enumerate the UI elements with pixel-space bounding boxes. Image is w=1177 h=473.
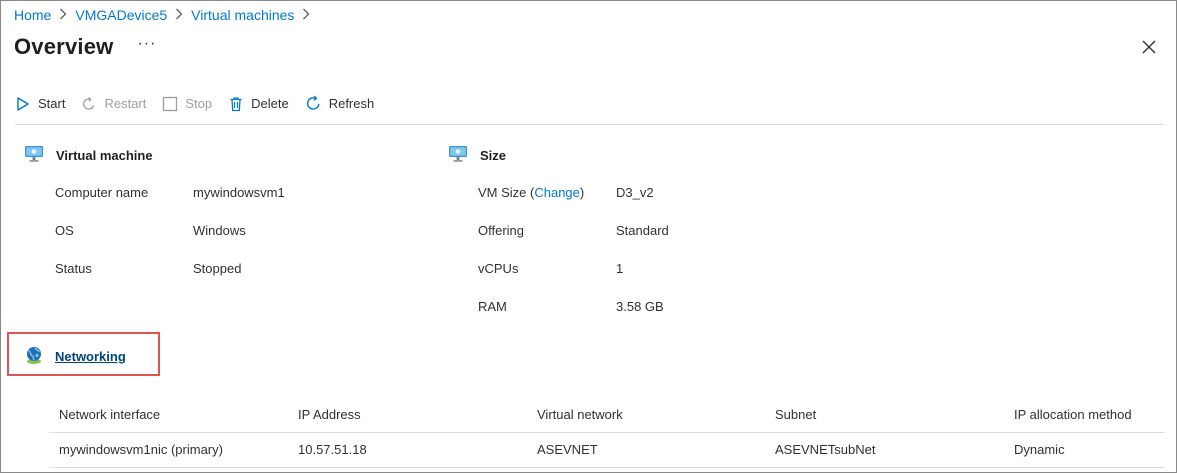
table-cell: mywindowsvm1nic (primary)	[49, 432, 288, 468]
more-icon[interactable]: ···	[137, 35, 156, 53]
toolbar-divider	[15, 124, 1164, 125]
restart-button[interactable]: Restart	[81, 96, 146, 112]
kv-label: OS	[55, 223, 74, 238]
stop-icon	[162, 96, 178, 112]
kv-label: RAM	[478, 299, 507, 314]
breadcrumb-virtual-machines[interactable]: Virtual machines	[191, 7, 294, 23]
vm-heading-label: Virtual machine	[56, 148, 153, 163]
vm-size-label: VM Size (Change)	[478, 185, 584, 200]
page-title: Overview	[14, 34, 114, 59]
delete-button[interactable]: Delete	[228, 96, 289, 112]
kv-value: Stopped	[193, 261, 242, 276]
vm-size-label-suffix: )	[579, 185, 585, 200]
table-cell: ASEVNET	[527, 432, 765, 468]
kv-value: 3.58 GB	[616, 299, 664, 314]
start-label: Start	[38, 96, 66, 111]
vm-overview-panel: Home VMGADevice5 Virtual machines Overvi…	[0, 0, 1177, 473]
delete-label: Delete	[251, 96, 289, 111]
stop-label: Stop	[185, 96, 213, 111]
breadcrumb: Home VMGADevice5 Virtual machines	[14, 7, 312, 23]
networking-section-heading: Networking	[24, 345, 126, 368]
breadcrumb-device[interactable]: VMGADevice5	[75, 7, 167, 23]
globe-network-icon	[24, 345, 44, 368]
chevron-right-icon	[302, 8, 310, 23]
size-section-heading: Size	[448, 145, 506, 166]
kv-value: Standard	[616, 223, 669, 238]
kv-value: 1	[616, 261, 624, 276]
table-row: mywindowsvm1nic (primary) 10.57.51.18 AS…	[49, 432, 1165, 468]
column-header: Subnet	[765, 398, 1004, 433]
refresh-button[interactable]: Refresh	[305, 95, 375, 112]
play-icon	[15, 96, 31, 112]
column-header: IP allocation method	[1004, 398, 1165, 433]
column-header: Virtual network	[527, 398, 765, 433]
table-cell: 10.57.51.18	[288, 432, 527, 468]
networking-link[interactable]: Networking	[55, 349, 126, 364]
monitor-icon	[448, 145, 468, 166]
restart-label: Restart	[104, 96, 147, 111]
kv-value: mywindowsvm1	[193, 185, 285, 200]
table-header-row: Network interface IP Address Virtual net…	[49, 398, 1165, 433]
delete-icon	[228, 96, 244, 112]
kv-label: Computer name	[55, 185, 149, 200]
command-bar: Start Restart Stop Delete Refresh	[15, 95, 374, 112]
refresh-icon	[305, 95, 322, 112]
vm-size-label-prefix: VM Size (	[478, 185, 535, 200]
stop-button[interactable]: Stop	[162, 96, 212, 112]
title-row: Overview ···	[14, 34, 156, 60]
close-icon[interactable]	[1140, 38, 1158, 56]
monitor-icon	[24, 145, 44, 166]
vm-section-heading: Virtual machine	[24, 145, 153, 166]
table-cell: ASEVNETsubNet	[765, 432, 1004, 468]
change-size-link[interactable]: Change	[534, 185, 580, 200]
column-header: IP Address	[288, 398, 527, 433]
refresh-label: Refresh	[328, 96, 375, 111]
start-button[interactable]: Start	[15, 96, 65, 112]
kv-value: D3_v2	[616, 185, 654, 200]
chevron-right-icon	[175, 8, 183, 23]
network-interfaces-table: Network interface IP Address Virtual net…	[49, 398, 1165, 468]
size-heading-label: Size	[480, 148, 507, 163]
restart-icon	[81, 96, 97, 112]
chevron-right-icon	[59, 8, 67, 23]
kv-value: Windows	[193, 223, 246, 238]
breadcrumb-home[interactable]: Home	[14, 7, 51, 23]
column-header: Network interface	[49, 398, 288, 433]
kv-label: vCPUs	[478, 261, 519, 276]
kv-label: Status	[55, 261, 92, 276]
kv-label: Offering	[478, 223, 525, 238]
table-cell: Dynamic	[1004, 432, 1165, 468]
